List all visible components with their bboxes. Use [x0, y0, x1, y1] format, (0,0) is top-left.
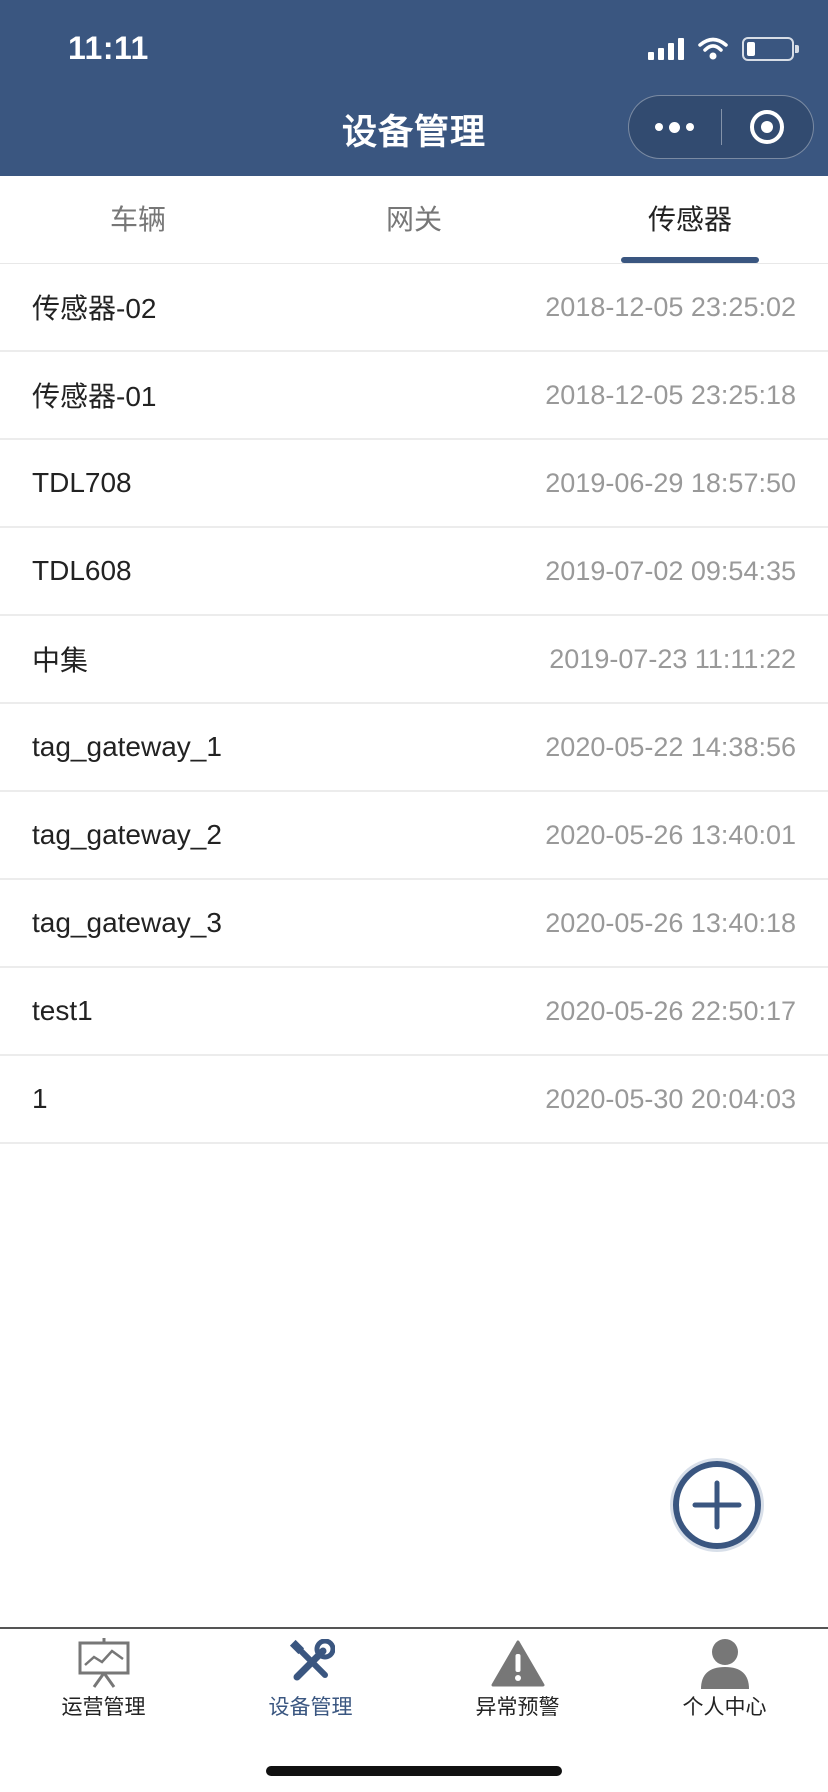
tabbar-label: 运营管理 — [61, 1696, 146, 1719]
list-item[interactable]: 传感器-01 2018-12-05 23:25:18 — [0, 352, 828, 440]
device-name: test1 — [32, 995, 93, 1026]
tab-gateway[interactable]: 网关 — [276, 176, 552, 263]
tabbar-item-profile[interactable]: 个人中心 — [621, 1629, 828, 1792]
close-program-button[interactable] — [722, 96, 814, 158]
tabbar-item-operations[interactable]: 运营管理 — [0, 1629, 207, 1792]
chart-board-icon — [74, 1635, 134, 1691]
signal-icon — [648, 38, 684, 60]
target-icon — [750, 110, 785, 144]
add-device-button[interactable] — [673, 1461, 761, 1549]
device-time: 2019-06-29 18:57:50 — [545, 467, 796, 498]
list-item[interactable]: 中集 2019-07-23 11:11:22 — [0, 616, 828, 704]
warning-icon — [488, 1635, 548, 1691]
device-time: 2020-05-26 13:40:18 — [545, 907, 796, 938]
plus-icon — [692, 1480, 742, 1530]
list-item[interactable]: 1 2020-05-30 20:04:03 — [0, 1056, 828, 1144]
device-list: 传感器-02 2018-12-05 23:25:02 传感器-01 2018-12-… — [0, 264, 828, 1144]
tabbar-label: 设备管理 — [268, 1696, 353, 1719]
list-item[interactable]: TDL608 2019-07-02 09:54:35 — [0, 528, 828, 616]
tools-icon — [281, 1635, 341, 1691]
tabbar-label: 异常预警 — [475, 1696, 560, 1719]
battery-icon — [742, 37, 799, 61]
app-header: 11:11 设备管理 — [0, 0, 828, 176]
device-name: TDL608 — [32, 555, 132, 586]
more-icon — [655, 121, 695, 133]
device-time: 2020-05-30 20:04:03 — [545, 1083, 796, 1114]
list-item[interactable]: 传感器-02 2018-12-05 23:25:02 — [0, 264, 828, 352]
wifi-icon — [698, 37, 728, 60]
device-name: 传感器-01 — [32, 381, 157, 412]
device-time: 2019-07-23 11:11:22 — [549, 643, 796, 674]
tabbar-label: 个人中心 — [682, 1696, 767, 1719]
device-time: 2018-12-05 23:25:02 — [545, 291, 796, 322]
more-button[interactable] — [629, 96, 721, 158]
device-name: TDL708 — [32, 467, 132, 498]
device-name: 中集 — [32, 645, 89, 676]
device-time: 2018-12-05 23:25:18 — [545, 379, 796, 410]
home-indicator — [266, 1766, 562, 1776]
list-item[interactable]: test1 2020-05-26 22:50:17 — [0, 968, 828, 1056]
tab-sensor[interactable]: 传感器 — [552, 176, 828, 263]
device-name: 1 — [32, 1083, 48, 1114]
device-name: tag_gateway_1 — [32, 731, 222, 762]
device-name: tag_gateway_2 — [32, 819, 222, 850]
list-item[interactable]: tag_gateway_2 2020-05-26 13:40:01 — [0, 792, 828, 880]
status-icons — [648, 34, 799, 64]
device-time: 2020-05-26 13:40:01 — [545, 819, 796, 850]
person-icon — [695, 1635, 755, 1691]
device-time: 2020-05-26 22:50:17 — [545, 995, 796, 1026]
device-name: 传感器-02 — [32, 293, 157, 324]
bottom-tab-bar: 运营管理 设备管理 异常预警 个人中心 — [0, 1627, 828, 1792]
tab-vehicle[interactable]: 车辆 — [0, 176, 276, 263]
list-item[interactable]: tag_gateway_3 2020-05-26 13:40:18 — [0, 880, 828, 968]
mini-program-capsule — [628, 95, 814, 159]
device-tabs: 车辆 网关 传感器 — [0, 176, 828, 264]
device-time: 2019-07-02 09:54:35 — [545, 555, 796, 586]
status-time: 11:11 — [68, 30, 149, 66]
list-item[interactable]: TDL708 2019-06-29 18:57:50 — [0, 440, 828, 528]
list-item[interactable]: tag_gateway_1 2020-05-22 14:38:56 — [0, 704, 828, 792]
device-time: 2020-05-22 14:38:56 — [545, 731, 796, 762]
device-name: tag_gateway_3 — [32, 907, 222, 938]
